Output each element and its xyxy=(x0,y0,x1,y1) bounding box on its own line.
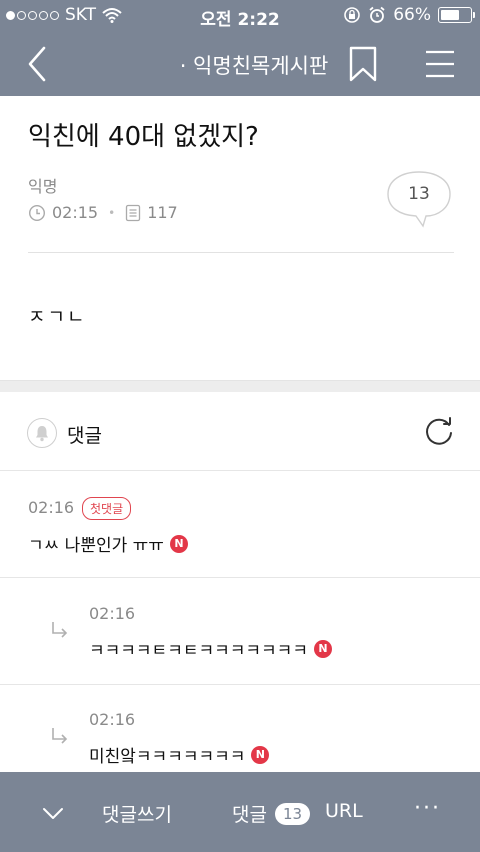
bell-icon xyxy=(36,426,48,442)
comment-text: ㄱㅆ 나뿐인가 ㅠㅠ xyxy=(28,536,164,556)
url-button[interactable]: URL xyxy=(325,800,363,822)
bookmark-icon[interactable] xyxy=(348,46,378,82)
section-separator xyxy=(0,380,480,392)
notification-bell-button[interactable] xyxy=(27,418,57,448)
battery-icon xyxy=(438,7,475,23)
nav-bar: · 익명친목게시판 xyxy=(0,32,480,96)
reply-time: 02:16 xyxy=(89,710,136,729)
new-badge: N xyxy=(251,745,270,764)
post-body: ㅈㄱㄴ xyxy=(28,306,87,328)
menu-icon[interactable] xyxy=(424,48,456,80)
divider xyxy=(0,577,480,578)
board-title: · 익명친목게시판 xyxy=(179,54,329,78)
reply-time: 02:16 xyxy=(89,604,136,623)
comments-heading: 댓글 xyxy=(67,425,102,447)
status-right: 66% xyxy=(343,5,475,25)
first-comment-badge: 첫댓글 xyxy=(82,497,132,520)
battery-percent: 66% xyxy=(393,5,431,25)
divider xyxy=(0,684,480,685)
post-title: 익친에 40대 없겠지? xyxy=(28,122,259,152)
reply-arrow-icon xyxy=(52,622,68,638)
comments-button[interactable]: 댓글 13 xyxy=(232,800,311,827)
reply-text-row: 미친앜ㅋㅋㅋㅋㅋㅋㅋ N xyxy=(89,742,270,767)
bottom-toolbar: 댓글쓰기 댓글 13 URL ··· xyxy=(0,772,480,852)
views-icon xyxy=(126,204,141,221)
reply-text: ㅋㅋㅋㅋㅌㅋㅌㅋㅋㅋㅋㅋㅋㅋ xyxy=(89,641,308,661)
post-time: 02:15 xyxy=(52,203,99,222)
status-bar: SKT 오전 2:22 66% xyxy=(0,0,480,32)
comment-time: 02:16 xyxy=(28,498,75,517)
comment-text-row: ㄱㅆ 나뿐인가 ㅠㅠ N xyxy=(28,531,188,556)
battery-fill xyxy=(441,10,460,20)
post-author: 익명 xyxy=(28,177,58,196)
meta-separator: • xyxy=(108,205,116,220)
alarm-icon xyxy=(369,6,385,23)
divider xyxy=(28,252,454,253)
post-views: 117 xyxy=(147,203,178,222)
rotation-lock-icon xyxy=(344,7,361,23)
clock-icon xyxy=(28,204,46,221)
reply-text: 미친앜ㅋㅋㅋㅋㅋㅋㅋ xyxy=(89,747,246,767)
comments-count-pill: 13 xyxy=(274,802,311,825)
post-meta: 02:15 • 117 xyxy=(28,203,178,222)
new-badge: N xyxy=(169,534,188,553)
more-options-icon[interactable]: ··· xyxy=(414,796,441,821)
comment-count-bubble[interactable]: 13 xyxy=(386,170,452,228)
refresh-icon[interactable] xyxy=(422,416,456,450)
write-comment-button[interactable]: 댓글쓰기 xyxy=(102,800,172,827)
chevron-down-icon[interactable] xyxy=(40,800,66,826)
new-badge: N xyxy=(313,639,332,658)
divider xyxy=(0,470,480,471)
reply-text-row: ㅋㅋㅋㅋㅌㅋㅌㅋㅋㅋㅋㅋㅋㅋ N xyxy=(89,636,332,661)
comment-count-value: 13 xyxy=(408,184,430,204)
comments-button-label: 댓글 xyxy=(232,804,267,826)
reply-arrow-icon xyxy=(52,728,68,744)
